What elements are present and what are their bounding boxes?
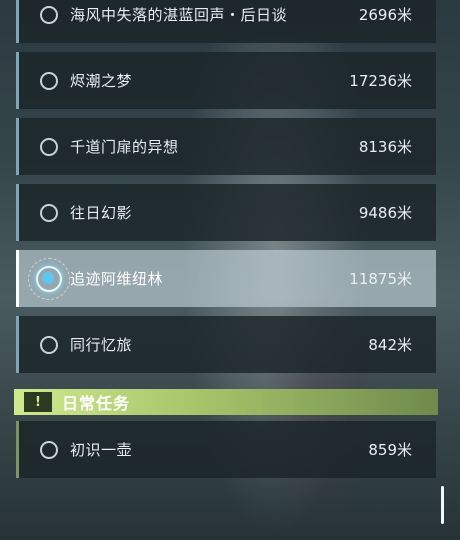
radio-icon bbox=[40, 335, 58, 354]
radio-icon bbox=[40, 137, 58, 156]
quest-distance: 859米 bbox=[368, 441, 412, 459]
exclamation-icon: ! bbox=[24, 392, 52, 412]
quest-item[interactable]: 千道门扉的异想 8136米 bbox=[16, 118, 436, 175]
quest-title: 同行忆旅 bbox=[70, 336, 133, 354]
radio-icon bbox=[40, 71, 58, 90]
quest-title: 千道门扉的异想 bbox=[70, 138, 179, 156]
daily-quest-header[interactable]: ! 日常任务 bbox=[14, 389, 438, 415]
scrollbar[interactable] bbox=[441, 486, 444, 524]
quest-item[interactable]: 同行忆旅 842米 bbox=[16, 316, 436, 373]
quest-distance: 2696米 bbox=[358, 6, 412, 24]
quest-item-selected[interactable]: 追迹阿维纽林 11875米 bbox=[16, 250, 436, 307]
quest-title: 往日幻影 bbox=[70, 204, 133, 222]
quest-distance: 8136米 bbox=[358, 138, 412, 156]
quest-distance: 842米 bbox=[368, 336, 412, 354]
quest-item[interactable]: 海风中失落的湛蓝回声・后日谈 2696米 bbox=[16, 0, 436, 43]
radio-icon bbox=[40, 5, 58, 24]
quest-distance: 17236米 bbox=[349, 72, 412, 90]
radio-icon bbox=[40, 203, 58, 222]
navigation-marker-icon bbox=[28, 257, 70, 300]
quest-title: 追迹阿维纽林 bbox=[70, 270, 164, 288]
quest-list: 海风中失落的湛蓝回声・后日谈 2696米 烬潮之梦 17236米 千道门扉的异想… bbox=[0, 0, 460, 540]
quest-title: 海风中失落的湛蓝回声・后日谈 bbox=[70, 6, 288, 24]
quest-item[interactable]: 往日幻影 9486米 bbox=[16, 184, 436, 241]
quest-title: 烬潮之梦 bbox=[70, 72, 133, 90]
quest-item[interactable]: 烬潮之梦 17236米 bbox=[16, 52, 436, 109]
quest-distance: 9486米 bbox=[358, 204, 412, 222]
section-title: 日常任务 bbox=[62, 394, 131, 413]
quest-item[interactable]: 初识一壶 859米 bbox=[16, 421, 436, 478]
radio-icon bbox=[40, 440, 58, 459]
quest-distance: 11875米 bbox=[349, 270, 412, 288]
quest-title: 初识一壶 bbox=[70, 441, 133, 459]
